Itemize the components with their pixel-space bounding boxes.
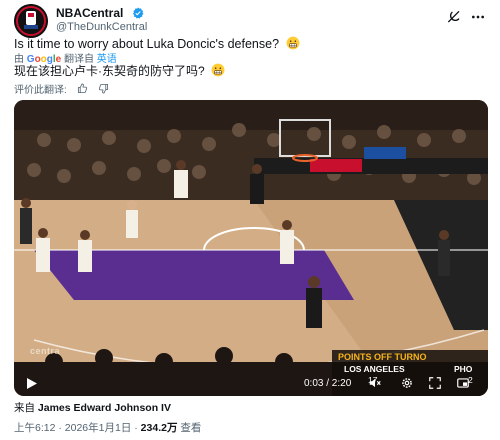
view-count: 234.2万 (140, 422, 178, 434)
tweet-time[interactable]: 上午6:12 (14, 422, 55, 434)
volume-icon[interactable] (368, 376, 382, 390)
rate-prompt: 评价此翻译: (14, 84, 67, 96)
translation-attribution: 由 Google 翻译自 英语 (14, 50, 117, 65)
meta-separator-2: · (134, 422, 138, 434)
grimacing-face-icon (286, 36, 299, 50)
play-icon[interactable] (26, 377, 38, 390)
more-icon[interactable] (470, 9, 486, 25)
source-prefix: 来自 (14, 402, 35, 414)
scorebug-title: POINTS OFF TURNO (338, 352, 427, 362)
tweet-meta: 上午6:12 · 2026年1月1日 · 234.2万 查看 (14, 420, 201, 435)
grok-icon[interactable] (446, 9, 462, 25)
tweet-text-zh: 现在该担心卢卡·东契奇的防守了吗? (14, 64, 205, 78)
video-watermark: centra (30, 346, 61, 356)
verified-badge-icon (132, 7, 144, 19)
meta-separator: · (58, 422, 62, 434)
views-label: 查看 (180, 422, 202, 434)
tweet-header: NBACentral @TheDunkCentral (14, 4, 486, 38)
thumbs-up-icon[interactable] (77, 83, 88, 94)
rate-translation: 评价此翻译: (14, 81, 109, 96)
video-player[interactable]: centra POINTS OFF TURNO LOS ANGELES PHO … (14, 100, 488, 396)
tweet-text: Is it time to worry about Luka Doncic's … (14, 36, 484, 51)
handle[interactable]: @TheDunkCentral (56, 21, 147, 33)
tweet-date[interactable]: 2026年1月1日 (65, 422, 132, 434)
source-name[interactable]: James Edward Johnson IV (38, 402, 171, 414)
display-name[interactable]: NBACentral (56, 6, 123, 20)
video-source: 来自 James Edward Johnson IV (14, 400, 171, 415)
gear-icon[interactable] (400, 376, 414, 390)
nba-central-logo-icon[interactable] (14, 4, 48, 38)
tweet-text-translated: 现在该担心卢卡·东契奇的防守了吗? (14, 62, 484, 79)
fullscreen-icon[interactable] (428, 376, 442, 390)
pip-icon[interactable] (456, 376, 470, 390)
video-controls: 0:03 / 2:20 (14, 370, 488, 396)
tweet-text-en: Is it time to worry about Luka Doncic's … (14, 37, 280, 51)
grimacing-face-icon (211, 63, 225, 77)
thumbs-down-icon[interactable] (98, 83, 109, 94)
video-time: 0:03 / 2:20 (304, 378, 352, 389)
